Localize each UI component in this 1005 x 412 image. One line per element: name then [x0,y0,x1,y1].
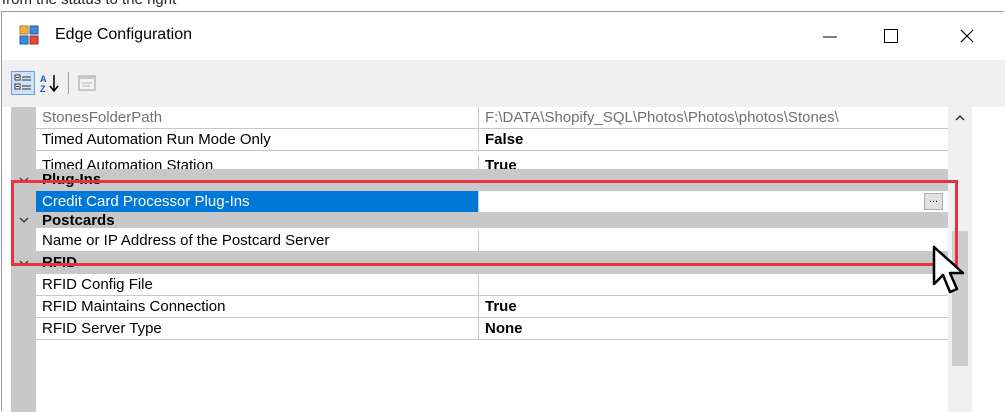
category-label: Postcards [42,213,115,228]
property-row-selected[interactable]: Credit Card Processor Plug-Ins ... [11,191,948,213]
property-value[interactable] [480,230,948,251]
scroll-thumb[interactable] [952,231,968,366]
property-value[interactable] [480,274,948,295]
property-name: RFID Config File [36,274,479,295]
property-grid-app-icon [19,25,39,45]
categorized-icon [14,74,31,90]
vertical-scrollbar[interactable] [948,107,972,412]
property-pages-icon [78,75,96,91]
property-value[interactable]: True [480,296,948,317]
property-name: RFID Maintains Connection [36,296,479,317]
property-value: F:\DATA\Shopify_SQL\Photos\Photos\photos… [480,107,948,128]
maximize-button[interactable] [868,12,914,60]
property-pages-button[interactable] [75,71,99,95]
chevron-down-icon[interactable] [17,214,31,226]
property-value[interactable] [480,191,948,212]
ellipsis-button[interactable]: ... [924,193,943,210]
category-plug-ins[interactable]: Plug-Ins [11,169,948,191]
category-postcards[interactable]: Postcards [11,213,948,228]
row-divider [36,339,948,340]
property-row[interactable]: RFID Maintains Connection True [11,296,948,318]
close-button[interactable] [944,12,990,60]
property-name: Timed Automation Station [36,155,479,169]
property-name: RFID Server Type [36,318,479,339]
title-bar: Edge Configuration [2,12,1005,60]
property-value[interactable]: None [480,318,948,339]
chevron-down-icon[interactable] [17,257,31,269]
background-text: from the status to the right [2,0,176,8]
property-row[interactable]: Timed Automation Run Mode Only False [11,129,948,151]
categorized-view-button[interactable] [11,71,35,95]
property-row[interactable]: StonesFolderPath F:\DATA\Shopify_SQL\Pho… [11,107,948,129]
property-row[interactable]: Timed Automation Station True [11,151,948,169]
property-row[interactable]: RFID Server Type None [11,318,948,340]
property-row[interactable]: RFID Config File [11,274,948,296]
category-label: Plug-Ins [42,171,102,188]
property-name: Credit Card Processor Plug-Ins [36,191,479,212]
background-text-snippet: from the status to the right [0,0,1005,11]
chevron-down-icon[interactable] [17,174,31,186]
scroll-up-button[interactable] [948,107,972,129]
category-rfid[interactable]: RFID [11,252,948,274]
minimize-icon [823,36,837,38]
property-grid-toolbar: A Z [2,60,1005,107]
property-name: StonesFolderPath [36,107,479,128]
property-grid: StonesFolderPath F:\DATA\Shopify_SQL\Pho… [2,107,1005,412]
alphabetical-view-button[interactable]: A Z [38,71,62,95]
property-row[interactable]: Name or IP Address of the Postcard Serve… [11,228,948,252]
toolbar-separator [68,72,69,94]
close-icon [960,29,974,43]
edge-configuration-window: Edge Configuration A Z StonesFolderPath … [1,11,1005,412]
property-value[interactable]: False [480,129,948,150]
minimize-button[interactable] [807,12,853,60]
category-label: RFID [42,254,77,271]
property-name: Name or IP Address of the Postcard Serve… [36,230,479,251]
svg-text:A: A [40,74,47,84]
maximize-icon [884,29,898,43]
property-name: Timed Automation Run Mode Only [36,129,479,150]
property-value[interactable]: True [480,155,948,169]
chevron-up-icon [955,114,965,121]
window-title: Edge Configuration [55,26,192,43]
sort-alphabetical-icon: A Z [40,74,59,93]
svg-text:Z: Z [40,84,46,93]
